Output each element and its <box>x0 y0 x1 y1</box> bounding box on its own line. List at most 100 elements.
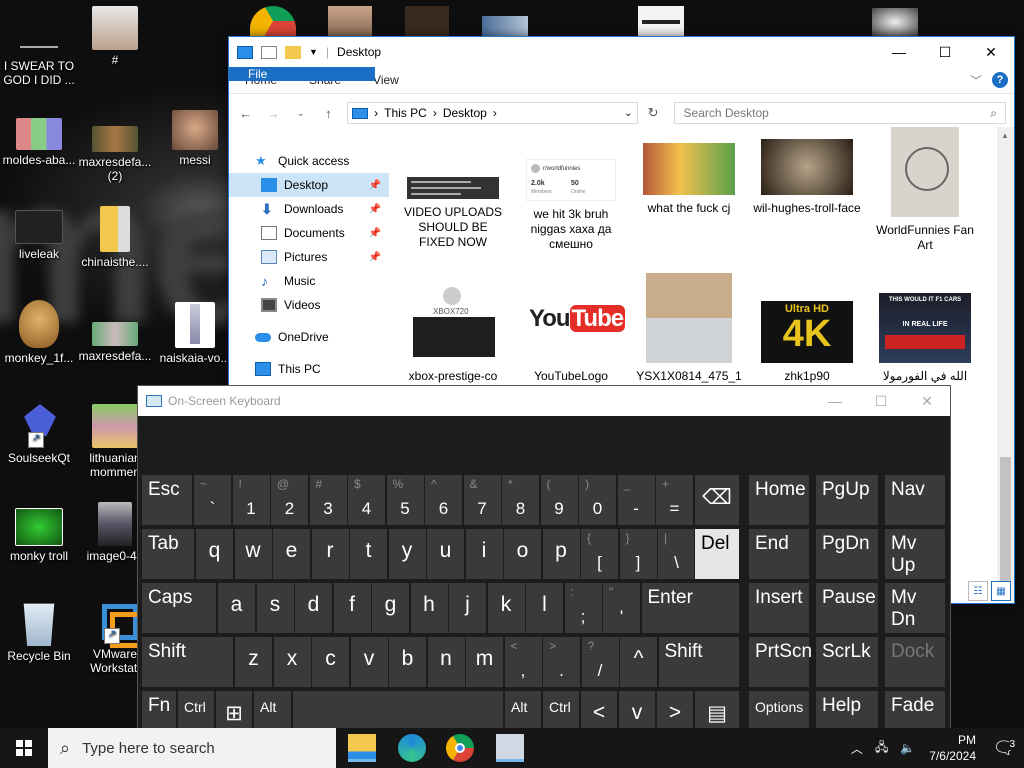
file-item[interactable]: VIDEO UPLOADS SHOULD BE FIXED NOW <box>399 177 507 250</box>
key-r1-12[interactable]: _ - <box>616 474 656 526</box>
osk-taskbar-icon[interactable] <box>496 734 524 762</box>
notification-center-icon[interactable]: 🗨 3 <box>984 728 1024 768</box>
taskbar-search-box[interactable]: ⌕ Type here to search <box>48 728 336 768</box>
recent-locations-icon[interactable]: ⌄ <box>292 108 310 119</box>
key-r1-4[interactable]: #3 <box>308 474 348 526</box>
key-backspace[interactable]: ⌫ <box>694 474 740 526</box>
key-r3-4[interactable]: f <box>332 582 372 634</box>
key-r4-10[interactable]: ? / <box>580 636 620 688</box>
address-dropdown-icon[interactable]: ⌄ <box>624 108 632 119</box>
key-r4-9[interactable]: >. <box>542 636 581 688</box>
forward-arrow-icon[interactable]: → <box>265 106 283 121</box>
breadcrumb-chevron-icon[interactable]: › <box>433 106 437 120</box>
scroll-up-icon[interactable]: ▲ <box>1001 131 1009 140</box>
key-enter[interactable]: Enter <box>640 582 740 634</box>
key-r2-9[interactable]: o <box>503 528 542 580</box>
scrollbar-thumb[interactable] <box>1000 457 1011 587</box>
large-icons-view-icon[interactable]: ▦ <box>991 581 1011 601</box>
breadcrumb-this-pc[interactable]: This PC <box>384 106 427 120</box>
key-r3-1[interactable]: a <box>217 582 256 634</box>
key-r2-6[interactable]: y <box>387 528 427 580</box>
close-button[interactable]: ✕ <box>968 37 1014 67</box>
key-r1-7[interactable]: ^ 6 <box>424 474 463 526</box>
key-r2-3[interactable]: e <box>272 528 311 580</box>
key-r3-2[interactable]: s <box>255 582 295 634</box>
desktop-icon-naiskaia[interactable]: naiskaia-vo... <box>156 302 234 365</box>
key-tab[interactable]: Tab <box>141 528 195 580</box>
file-item[interactable]: WorldFunnies Fan Art <box>871 127 979 253</box>
key-esc[interactable]: Esc <box>141 474 193 526</box>
key-r3-6[interactable]: h <box>409 582 449 634</box>
key-r4-2[interactable]: x <box>272 636 312 688</box>
file-item[interactable]: YouTube YouTubeLogo <box>517 277 626 384</box>
key-r4-8[interactable]: <, <box>503 636 543 688</box>
file-item[interactable]: XBOX720 xbox-prestige-co <box>399 283 507 384</box>
key-r3-3[interactable]: d <box>294 582 333 634</box>
sidebar-item-music[interactable]: ♪ Music <box>229 269 389 293</box>
chrome-taskbar-icon[interactable] <box>446 734 474 762</box>
desktop-icon-monky-troll[interactable]: monky troll <box>0 508 78 563</box>
edge-icon[interactable] <box>398 734 426 762</box>
desktop-icon-i-swear[interactable]: I SWEAR TO GOD I DID ... <box>0 40 78 87</box>
key-shift-right[interactable]: Shift <box>657 636 740 688</box>
pin-icon[interactable]: 📌 <box>369 228 381 239</box>
key-r1-10[interactable]: (9 <box>539 474 579 526</box>
sidebar-item-this-pc[interactable]: This PC <box>229 357 389 381</box>
key-r1-8[interactable]: & 7 <box>462 474 502 526</box>
key-up-arrow[interactable]: ^ <box>619 636 658 688</box>
key-r4-6[interactable]: n <box>426 636 466 688</box>
desktop-icon-messi[interactable]: messi <box>156 110 234 167</box>
pin-icon[interactable]: 📌 <box>369 180 381 191</box>
key-r2-11[interactable]: {[ <box>580 528 619 580</box>
desktop-icon-maxresdefault[interactable]: maxresdefa... <box>76 322 154 363</box>
sidebar-item-downloads[interactable]: ⬇ Downloads 📌 <box>229 197 389 221</box>
start-button[interactable] <box>0 728 48 768</box>
desktop-icon-hash[interactable]: # <box>76 6 154 67</box>
key-nav-1-0[interactable]: End <box>748 528 810 580</box>
key-r1-11[interactable]: ) 0 <box>578 474 617 526</box>
vertical-scrollbar[interactable]: ▲ <box>997 127 1014 601</box>
sidebar-item-onedrive[interactable]: OneDrive <box>229 325 389 349</box>
key-r2-10[interactable]: p <box>541 528 581 580</box>
key-r3-10[interactable]: :; <box>563 582 603 634</box>
desktop-icon-monkey[interactable]: monkey_1f... <box>0 300 78 365</box>
desktop-icon-chinaisthe[interactable]: chinaisthe.... <box>76 206 154 269</box>
network-icon[interactable]: 🖧 <box>869 738 894 759</box>
desktop-icon-moldes[interactable]: moldes-aba... <box>0 118 78 167</box>
key-r2-7[interactable]: u <box>426 528 465 580</box>
sidebar-item-desktop[interactable]: Desktop 📌 <box>229 173 389 197</box>
person-photo-icon[interactable] <box>328 6 372 36</box>
new-folder-icon[interactable] <box>285 45 301 59</box>
key-r2-8[interactable]: i <box>464 528 504 580</box>
rifle-photo-icon[interactable] <box>638 6 684 36</box>
sidebar-item-documents[interactable]: Documents 📌 <box>229 221 389 245</box>
key-r3-11[interactable]: " ' <box>602 582 641 634</box>
file-item[interactable]: THIS WOULD IT F1 CARS IN REAL LIFE الله … <box>871 293 979 384</box>
file-item[interactable]: Ultra HD 4K zhk1p90 <box>753 301 861 384</box>
clock[interactable]: PM 7/6/2024 <box>921 732 984 764</box>
key-r1-13[interactable]: + = <box>655 474 694 526</box>
skull-photo-icon[interactable] <box>872 8 918 36</box>
pin-icon[interactable]: 📌 <box>369 252 381 263</box>
key-del[interactable]: Del <box>694 528 740 580</box>
key-r1-9[interactable]: * 8 <box>501 474 540 526</box>
desktop-icon-soulseek[interactable]: ↗ SoulseekQt <box>0 400 78 465</box>
key-r1-1[interactable]: ~ ` <box>193 474 232 526</box>
desktop-icon-recycle-bin[interactable]: Recycle Bin <box>0 600 78 663</box>
tab-file[interactable]: File <box>229 67 375 81</box>
key-nav-3-1[interactable]: ScrLk <box>815 636 879 688</box>
key-r3-7[interactable]: j <box>448 582 487 634</box>
key-r2-12[interactable]: }] <box>618 528 658 580</box>
key-nav-1-2[interactable]: Mv Up <box>884 528 946 580</box>
key-r4-3[interactable]: c <box>311 636 350 688</box>
customize-toolbar-icon[interactable]: ▼ <box>309 47 318 57</box>
key-nav-0-2[interactable]: Nav <box>884 474 946 526</box>
key-r4-5[interactable]: b <box>388 636 427 688</box>
breadcrumb-desktop[interactable]: Desktop <box>443 106 487 120</box>
key-r1-5[interactable]: $4 <box>347 474 386 526</box>
tray-overflow-icon[interactable]: ︿ <box>845 740 869 757</box>
details-view-icon[interactable]: ☷ <box>968 581 988 601</box>
file-explorer-taskbar-icon[interactable] <box>348 734 376 762</box>
sidebar-item-quick-access[interactable]: ★ Quick access <box>229 149 389 173</box>
chrome-icon[interactable] <box>250 6 296 36</box>
